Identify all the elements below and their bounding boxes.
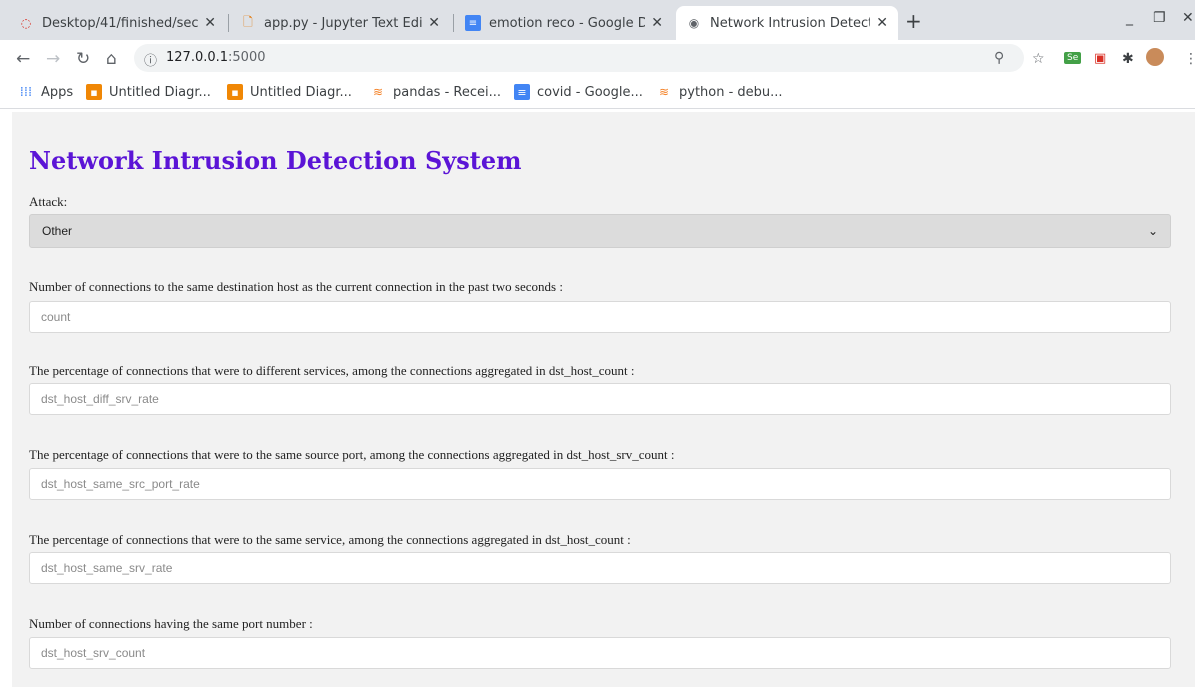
bookmark-untitled-diagram-1[interactable]: ▪ Untitled Diagr... — [86, 84, 211, 100]
srv-count-label: Number of connections having the same po… — [29, 616, 313, 631]
drawio-icon: ▪ — [227, 84, 243, 100]
apps-grid-icon: ⁞⁞⁞ — [19, 84, 33, 100]
selenium-extension-icon[interactable]: Se — [1064, 52, 1082, 64]
kebab-menu-icon[interactable]: ⋮ — [1184, 51, 1195, 67]
url-port: :5000 — [228, 50, 266, 65]
docs-icon: ≡ — [465, 15, 481, 31]
puzzle-icon[interactable]: ✱ — [1122, 51, 1134, 67]
bookmark-label: Apps — [41, 84, 74, 100]
zoom-icon[interactable]: ⚲ — [994, 50, 1004, 66]
bookmark-label: Untitled Diagr... — [250, 84, 352, 100]
page-title: Network Intrusion Detection System — [29, 146, 522, 175]
window-close-icon[interactable]: ✕ — [1182, 10, 1194, 26]
browser-toolbar: ← → ↻ ⌂ ⓘ 127.0.0.1:5000 ⚲ ☆ Se ▣ ✱ ⋮ — [0, 40, 1195, 78]
chevron-down-icon: ⌄ — [1147, 224, 1158, 238]
tab-title: Desktop/41/finished/sec — [42, 15, 199, 31]
attack-selected-value: Other — [42, 224, 73, 238]
count-input[interactable] — [29, 301, 1171, 333]
count-label: Number of connections to the same destin… — [29, 279, 563, 294]
bookmark-label: python - debu... — [679, 84, 783, 100]
bookmark-python-debug[interactable]: ≋ python - debu... — [656, 84, 783, 100]
loading-icon: ◌ — [20, 16, 32, 30]
attack-select[interactable]: Other ⌄ — [29, 214, 1171, 248]
diff-srv-rate-label: The percentage of connections that were … — [29, 363, 635, 378]
same-srv-rate-label: The percentage of connections that were … — [29, 532, 631, 547]
minimize-icon[interactable]: _ — [1126, 10, 1133, 26]
file-icon: 🗋 — [243, 14, 253, 29]
tab-emotion-reco[interactable]: ≡ emotion reco - Google Do ✕ — [455, 6, 673, 40]
url-host: 127.0.0.1 — [166, 50, 229, 65]
reload-icon[interactable]: ↻ — [76, 49, 90, 69]
globe-icon: ◉ — [688, 16, 700, 30]
close-icon[interactable]: ✕ — [428, 15, 440, 31]
bookmarks-bar: ⁞⁞⁞ Apps ▪ Untitled Diagr... ▪ Untitled … — [0, 78, 1195, 109]
bookmark-label: covid - Google... — [537, 84, 643, 100]
bookmark-untitled-diagram-2[interactable]: ▪ Untitled Diagr... — [227, 84, 352, 100]
same-src-port-rate-input[interactable] — [29, 468, 1171, 500]
bookmark-apps[interactable]: ⁞⁞⁞ Apps — [18, 84, 73, 100]
same-src-port-rate-label: The percentage of connections that were … — [29, 447, 675, 462]
new-tab-icon[interactable]: + — [905, 9, 922, 33]
docs-icon: ≡ — [514, 84, 530, 100]
address-bar[interactable]: ⓘ 127.0.0.1:5000 ⚲ — [134, 44, 1024, 72]
diff-srv-rate-input[interactable] — [29, 383, 1171, 415]
star-icon[interactable]: ☆ — [1032, 51, 1045, 67]
info-icon[interactable]: ⓘ — [144, 50, 157, 69]
tab-app-py[interactable]: 🗋 app.py - Jupyter Text Edit ✕ — [230, 6, 450, 40]
tab-separator — [453, 14, 454, 32]
close-icon[interactable]: ✕ — [204, 15, 216, 31]
tab-title: emotion reco - Google Do — [489, 15, 646, 31]
srv-count-input[interactable] — [29, 637, 1171, 669]
bookmark-pandas[interactable]: ≋ pandas - Recei... — [370, 84, 501, 100]
restore-icon[interactable]: ❐ — [1153, 10, 1166, 26]
close-icon[interactable]: ✕ — [651, 15, 663, 31]
tab-network-intrusion[interactable]: ◉ Network Intrusion Detect ✕ — [676, 6, 898, 40]
avatar[interactable] — [1146, 48, 1164, 66]
tab-strip: ◌ Desktop/41/finished/sec ✕ 🗋 app.py - J… — [0, 0, 1195, 40]
tab-separator — [228, 14, 229, 32]
forward-icon[interactable]: → — [46, 49, 60, 69]
bookmark-label: pandas - Recei... — [393, 84, 502, 100]
same-srv-rate-input[interactable] — [29, 552, 1171, 584]
tab-title: app.py - Jupyter Text Edit — [264, 15, 423, 31]
close-icon[interactable]: ✕ — [876, 15, 888, 31]
pdf-extension-icon[interactable]: ▣ — [1094, 51, 1106, 66]
tab-desktop[interactable]: ◌ Desktop/41/finished/sec ✕ — [8, 6, 226, 40]
attack-label: Attack: — [29, 194, 68, 209]
bookmark-covid[interactable]: ≡ covid - Google... — [514, 84, 643, 100]
home-icon[interactable]: ⌂ — [106, 49, 117, 69]
drawio-icon: ▪ — [86, 84, 102, 100]
page-content: Network Intrusion Detection System Attac… — [12, 112, 1195, 687]
back-icon[interactable]: ← — [16, 49, 30, 69]
stackoverflow-icon: ≋ — [658, 85, 670, 99]
bookmark-label: Untitled Diagr... — [109, 84, 211, 100]
tab-title: Network Intrusion Detect — [710, 15, 871, 31]
stackoverflow-icon: ≋ — [372, 85, 384, 99]
address-url: 127.0.0.1:5000 — [166, 50, 266, 65]
